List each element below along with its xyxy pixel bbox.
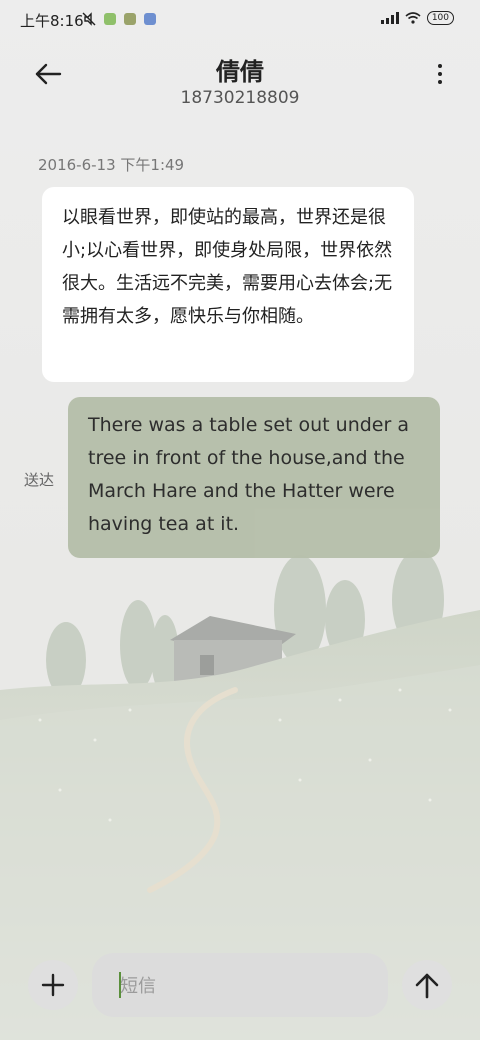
text-cursor [119, 972, 121, 998]
outgoing-message-text: There was a table set out under a tree i… [88, 414, 409, 535]
battery-icon: 100 [426, 11, 454, 25]
app-icon-blue [144, 13, 156, 25]
message-timestamp: 2016-6-13 下午1:49 [38, 156, 185, 174]
signal-icon [380, 12, 399, 24]
message-input[interactable]: 短信 [92, 953, 388, 1017]
delivery-status: 送达 [24, 471, 55, 489]
status-time: 上午8:16 [20, 12, 84, 30]
notification-icons [82, 12, 156, 26]
add-attachment-button[interactable] [28, 960, 78, 1010]
app-icon-olive [124, 13, 136, 25]
outgoing-message-bubble[interactable]: There was a table set out under a tree i… [68, 397, 440, 558]
message-composer: 短信 [0, 950, 480, 1020]
status-bar: 上午8:16 100 [0, 0, 480, 40]
send-button[interactable] [402, 960, 452, 1010]
contact-name: 倩倩 [216, 58, 264, 86]
wifi-icon [405, 12, 421, 24]
arrow-up-icon [415, 973, 439, 999]
more-vertical-icon [438, 64, 442, 68]
app-icon-green [104, 13, 116, 25]
more-options-button[interactable] [430, 56, 450, 92]
message-input-placeholder: 短信 [120, 976, 156, 997]
contact-number: 18730218809 [180, 88, 300, 108]
mute-icon [82, 12, 96, 26]
conversation-header: 倩倩 18730218809 [0, 40, 480, 120]
plus-icon [41, 973, 65, 997]
system-icons: 100 [380, 11, 454, 25]
incoming-message-text: 以眼看世界，即使站的最高，世界还是很小;以心看世界，即使身处局限，世界依然很大。… [62, 207, 393, 327]
incoming-message-bubble[interactable]: 以眼看世界，即使站的最高，世界还是很小;以心看世界，即使身处局限，世界依然很大。… [42, 187, 414, 382]
